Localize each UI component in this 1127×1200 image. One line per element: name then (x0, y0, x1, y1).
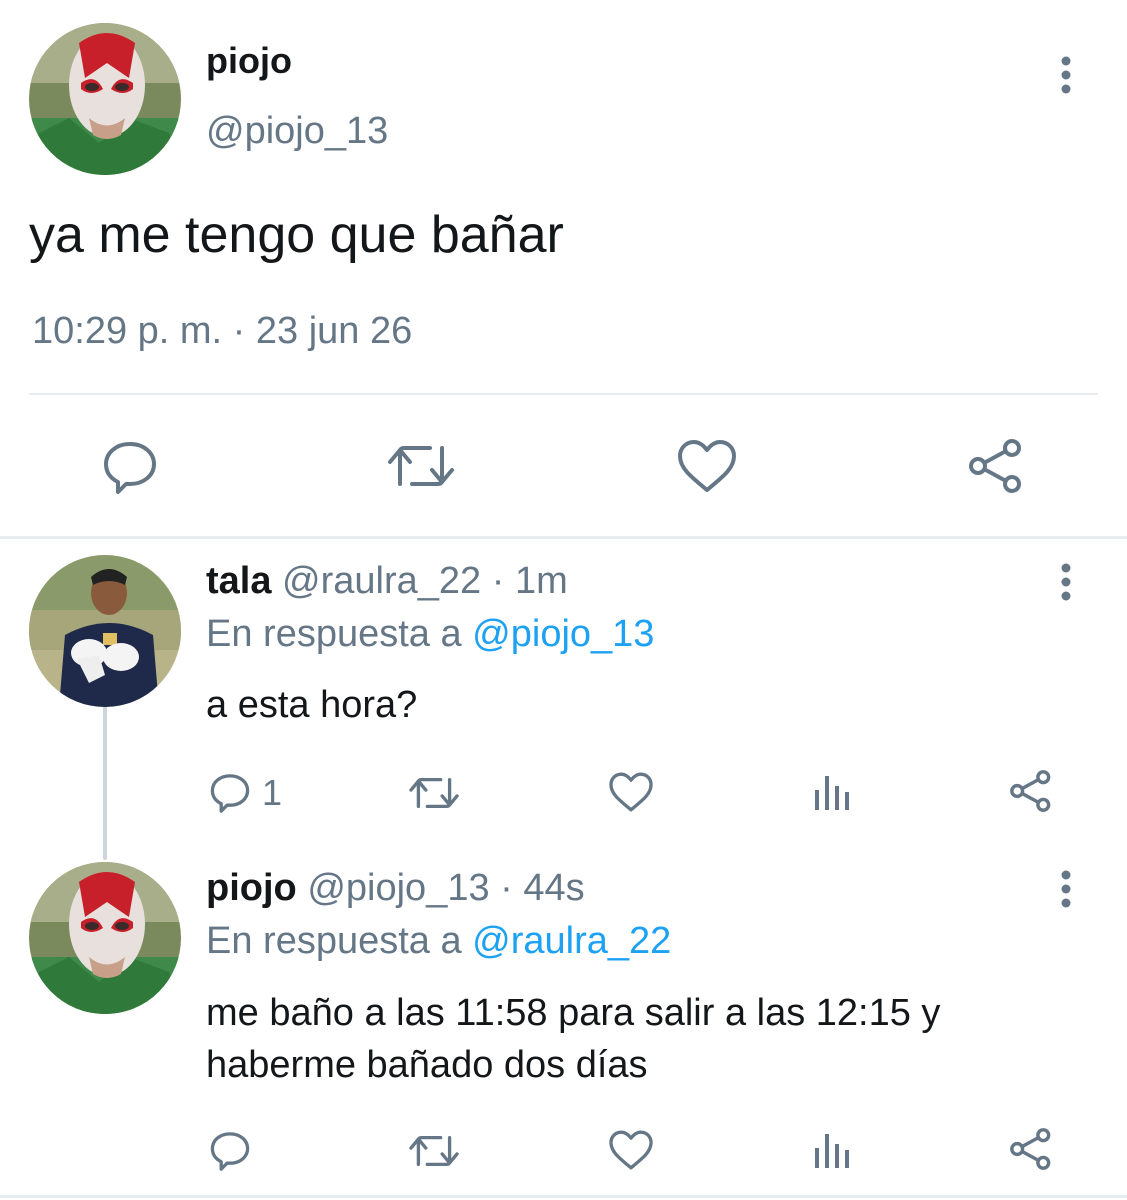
reply-reply-button[interactable] (208, 1128, 252, 1172)
stats-divider (29, 393, 1098, 395)
thread-connector-line (103, 705, 107, 860)
reply-to-mention[interactable]: @piojo_13 (472, 613, 654, 655)
reply-header: tala @raulra_22 · 1m (206, 560, 568, 603)
section-divider (0, 536, 1127, 539)
reply-more-options-icon[interactable] (1054, 562, 1078, 602)
reply-reply-button[interactable] (208, 770, 252, 814)
reply-button[interactable] (100, 436, 160, 496)
reply-retweet-button[interactable] (408, 773, 460, 813)
analytics-icon (815, 776, 849, 810)
reply-display-name[interactable]: piojo (206, 867, 297, 909)
author-handle[interactable]: @piojo_13 (206, 110, 388, 153)
tweet-text: ya me tengo que bañar (29, 206, 564, 264)
more-options-icon[interactable] (1054, 55, 1078, 95)
analytics-icon (815, 1134, 849, 1168)
reply-handle-time[interactable]: @raulra_22 · 1m (282, 560, 568, 602)
reply-analytics-button[interactable] (812, 1130, 852, 1170)
reply-display-name[interactable]: tala (206, 560, 271, 602)
reply-count: 1 (262, 772, 283, 813)
reply-context: En respuesta a @piojo_13 (206, 613, 654, 656)
luchador-mask-avatar-icon (29, 862, 181, 1014)
author-avatar[interactable] (29, 23, 181, 175)
reply-handle-time[interactable]: @piojo_13 · 44s (307, 867, 584, 909)
retweet-icon (409, 777, 459, 809)
share-button[interactable] (966, 436, 1026, 496)
heart-icon (609, 1130, 653, 1170)
reply-share-button[interactable] (1008, 1126, 1054, 1172)
author-display-name[interactable]: piojo (206, 40, 292, 82)
reply-author-avatar[interactable] (29, 862, 181, 1014)
share-icon (1010, 770, 1051, 812)
reply-context: En respuesta a @raulra_22 (206, 920, 671, 963)
reply-share-button[interactable] (1008, 768, 1054, 814)
heart-icon (678, 440, 736, 492)
reply-icon (210, 1132, 250, 1171)
reply-context-prefix: En respuesta a (206, 613, 473, 655)
reply-text-line-1: me baño a las 11:58 para salir a las 12:… (206, 992, 941, 1034)
reply-context-prefix: En respuesta a (206, 920, 473, 962)
reply-author-avatar[interactable] (29, 555, 181, 707)
luchador-mask-avatar-icon (29, 23, 181, 175)
retweet-button[interactable] (386, 440, 456, 492)
retweet-icon (388, 446, 454, 486)
like-button[interactable] (676, 438, 738, 494)
share-icon (969, 439, 1021, 493)
heart-icon (609, 772, 653, 812)
reply-icon (210, 774, 250, 813)
reply-retweet-button[interactable] (408, 1131, 460, 1171)
tweet-timestamp[interactable]: 10:29 p. m. · 23 jun 26 (32, 310, 412, 353)
reply-text: a esta hora? (206, 684, 418, 726)
bottom-divider (0, 1195, 1127, 1198)
goalkeeper-avatar-icon (29, 555, 181, 707)
retweet-icon (409, 1135, 459, 1167)
reply-text-line-2: haberme bañado dos días (206, 1044, 648, 1086)
share-icon (1010, 1128, 1051, 1170)
reply-analytics-button[interactable] (812, 772, 852, 812)
reply-header: piojo @piojo_13 · 44s (206, 867, 585, 910)
reply-like-button[interactable] (608, 771, 654, 813)
reply-more-options-icon[interactable] (1054, 869, 1078, 909)
reply-icon (104, 442, 156, 494)
reply-to-mention[interactable]: @raulra_22 (472, 920, 671, 962)
reply-like-button[interactable] (608, 1129, 654, 1171)
